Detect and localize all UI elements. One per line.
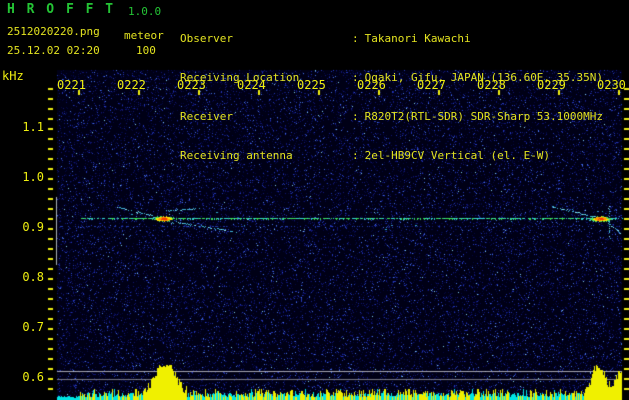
- x-tick-label: 0230: [597, 78, 626, 92]
- station-info-block: Observer: Takanori Kawachi Receiving Loca…: [180, 6, 603, 188]
- datetime-label: 25.12.02 02:20: [7, 44, 100, 57]
- info-separator: :: [352, 32, 359, 45]
- info-row-observer: Observer: Takanori Kawachi: [180, 32, 603, 45]
- app-title: H R O F F T: [7, 2, 116, 17]
- info-row-receiver: Receiver: R820T2(RTL-SDR) SDR-Sharp 53.10…: [180, 110, 603, 123]
- info-label: Receiver: [180, 110, 233, 123]
- x-tick-label: 0226: [357, 78, 386, 92]
- text-overlay: H R O F F T 1.0.0 2512020220.png meteor …: [0, 0, 629, 400]
- y-axis-unit-label: kHz: [2, 69, 24, 83]
- y-tick-label: 1.1: [22, 120, 44, 134]
- y-tick-label: 0.9: [22, 220, 44, 234]
- y-tick-label: 1.0: [22, 170, 44, 184]
- y-tick-label: 0.7: [22, 320, 44, 334]
- filename-label: 2512020220.png: [7, 25, 100, 38]
- info-value: 2el-HB9CV Vertical (el. E-W): [364, 149, 551, 162]
- x-tick-label: 0224: [237, 78, 266, 92]
- hrofft-spectrogram-screen: H R O F F T 1.0.0 2512020220.png meteor …: [0, 0, 629, 400]
- info-label: Receiving antenna: [180, 149, 293, 162]
- info-separator: :: [352, 149, 359, 162]
- x-tick-label: 0228: [477, 78, 506, 92]
- info-separator: :: [352, 110, 359, 123]
- x-tick-label: 0223: [177, 78, 206, 92]
- mode-label: meteor: [124, 29, 164, 42]
- info-label: Observer: [180, 32, 233, 45]
- x-tick-label: 0227: [417, 78, 446, 92]
- x-tick-label: 0222: [117, 78, 146, 92]
- info-row-antenna: Receiving antenna:2el-HB9CV Vertical (el…: [180, 149, 603, 162]
- y-tick-label: 0.6: [22, 370, 44, 384]
- y-tick-label: 0.8: [22, 270, 44, 284]
- info-value: R820T2(RTL-SDR) SDR-Sharp 53.1000MHz: [364, 110, 604, 123]
- x-tick-label: 0229: [537, 78, 566, 92]
- info-value: Takanori Kawachi: [364, 32, 471, 45]
- x-tick-label: 0221: [57, 78, 86, 92]
- x-tick-label: 0225: [297, 78, 326, 92]
- count-label: 100: [136, 44, 156, 57]
- app-version: 1.0.0: [128, 5, 162, 18]
